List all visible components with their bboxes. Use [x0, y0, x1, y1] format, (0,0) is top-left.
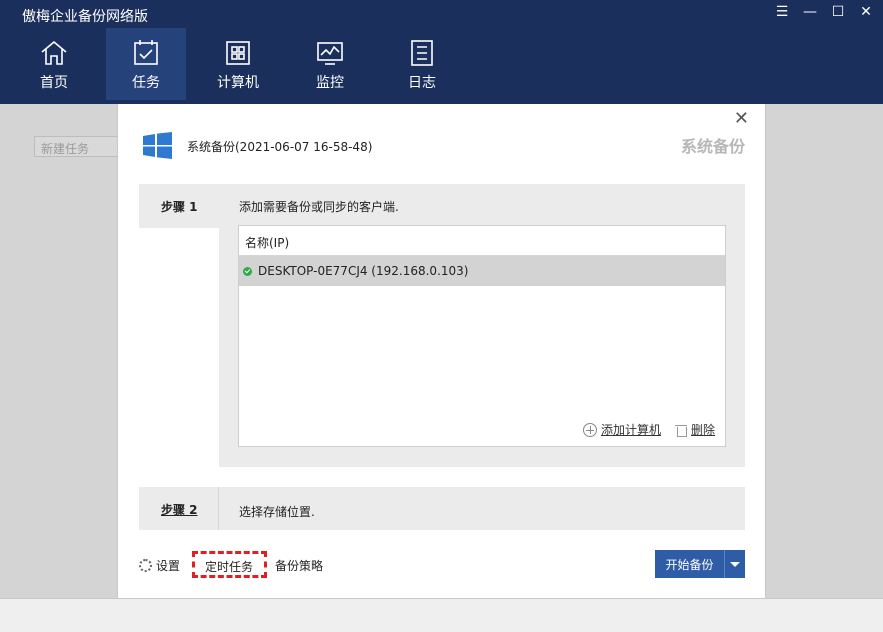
monitor-icon [317, 42, 343, 65]
status-bar [0, 598, 883, 632]
column-header-name: 名称(IP) [239, 226, 725, 256]
nav-label: 计算机 [217, 75, 259, 91]
add-computer-label: 添加计算机 [600, 423, 661, 437]
log-icon [411, 40, 433, 66]
chevron-down-icon [730, 561, 740, 567]
settings-label: 设置 [156, 559, 181, 573]
nav-item-monitor[interactable]: 监控 [290, 28, 370, 100]
nav-item-computer[interactable]: 计算机 [198, 28, 278, 100]
client-list: 名称(IP) DESKTOP-0E77CJ4 (192.168.0.103) 添… [238, 225, 726, 447]
client-name: DESKTOP-0E77CJ4 (192.168.0.103) [258, 264, 469, 278]
home-icon [41, 40, 67, 65]
nav-label: 首页 [40, 75, 68, 91]
step2-description: 选择存储位置. [239, 505, 315, 519]
delete-button[interactable]: 删除 [674, 421, 715, 438]
list-item[interactable]: DESKTOP-0E77CJ4 (192.168.0.103) [239, 256, 725, 286]
maximize-button[interactable]: ☐ [831, 4, 845, 20]
task-type-title: 系统备份 [680, 137, 745, 156]
step1-description: 添加需要备份或同步的客户端. [239, 200, 399, 214]
windows-logo-icon [143, 132, 172, 159]
start-backup-button[interactable]: 开始备份 [655, 550, 745, 578]
nav-label: 任务 [132, 75, 160, 91]
task-title: 系统备份(2021-06-07 16-58-48) [187, 140, 373, 154]
task-list-panel [0, 104, 117, 598]
close-button[interactable]: ✕ [859, 4, 873, 20]
minimize-button[interactable]: — [803, 4, 817, 20]
window-controls: ☰ — ☐ ✕ [775, 4, 873, 20]
task-icon [134, 40, 158, 65]
gear-icon [139, 559, 152, 572]
step1-section: 步骤 1 添加需要备份或同步的客户端. 名称(IP) DESKTOP-0E77C… [139, 184, 745, 467]
start-backup-dropdown[interactable] [725, 550, 745, 578]
start-backup-label[interactable]: 开始备份 [655, 550, 725, 578]
step2-label[interactable]: 步骤 2 [139, 487, 219, 530]
schedule-task-button[interactable]: 定时任务 [192, 551, 267, 578]
backup-dialog: ✕ 系统备份(2021-06-07 16-58-48) 系统备份 步骤 1 添加… [117, 104, 766, 598]
nav-item-log[interactable]: 日志 [382, 28, 462, 100]
online-status-icon [243, 266, 252, 276]
list-actions: 添加计算机 删除 [582, 421, 715, 438]
add-icon [582, 422, 597, 437]
step-divider [139, 228, 219, 467]
menu-icon[interactable]: ☰ [775, 4, 789, 20]
nav-item-home[interactable]: 首页 [14, 28, 94, 100]
nav-label: 监控 [316, 75, 344, 91]
new-task-button[interactable]: 新建任务 [34, 136, 122, 157]
computer-icon [226, 41, 250, 65]
step1-label: 步骤 1 [139, 184, 219, 228]
background-right [766, 104, 883, 598]
app-header: 傲梅企业备份网络版 ☰ — ☐ ✕ 首页 任务 计算机 监控 日志 [0, 0, 883, 104]
nav-label: 日志 [408, 75, 436, 91]
dialog-close-button[interactable]: ✕ [734, 108, 749, 129]
delete-label: 删除 [690, 423, 715, 437]
settings-button[interactable]: 设置 [139, 557, 180, 574]
step2-section[interactable]: 步骤 2 选择存储位置. [139, 487, 745, 530]
main-nav: 首页 任务 计算机 监控 日志 [0, 28, 474, 100]
add-computer-button[interactable]: 添加计算机 [582, 421, 661, 438]
dialog-footer: 设置 定时任务 备份策略 开始备份 [139, 550, 745, 580]
trash-icon [674, 424, 687, 437]
backup-strategy-button[interactable]: 备份策略 [275, 557, 323, 574]
app-title: 傲梅企业备份网络版 [22, 9, 148, 25]
nav-item-task[interactable]: 任务 [106, 28, 186, 100]
